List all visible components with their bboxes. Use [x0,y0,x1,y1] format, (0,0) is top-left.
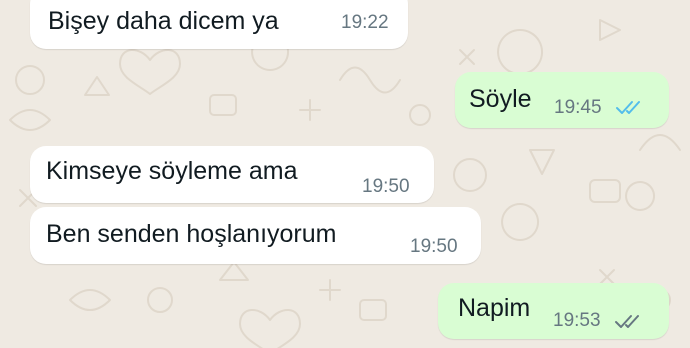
message-bubble-outgoing[interactable]: Napim 19:53 [438,283,669,339]
message-time: 19:45 [554,97,602,118]
message-text: Ben senden hoşlanıyorum [46,220,337,248]
message-bubble-incoming[interactable]: Bişey daha dicem ya 19:22 [30,0,408,49]
message-bubble-incoming[interactable]: Ben senden hoşlanıyorum 19:50 [30,207,481,264]
message-bubble-outgoing[interactable]: Söyle 19:45 [455,72,669,128]
message-time: 19:50 [362,176,410,197]
message-time: 19:50 [410,236,458,257]
message-text: Bişey daha dicem ya [48,7,279,35]
double-check-icon [616,101,640,114]
message-text: Söyle [469,85,532,113]
message-text: Kimseye söyleme ama [46,157,298,185]
message-time: 19:22 [341,12,389,33]
message-time: 19:53 [553,310,601,331]
message-text: Napim [458,294,531,322]
double-check-icon [615,315,639,328]
message-bubble-incoming[interactable]: Kimseye söyleme ama 19:50 [30,146,434,203]
